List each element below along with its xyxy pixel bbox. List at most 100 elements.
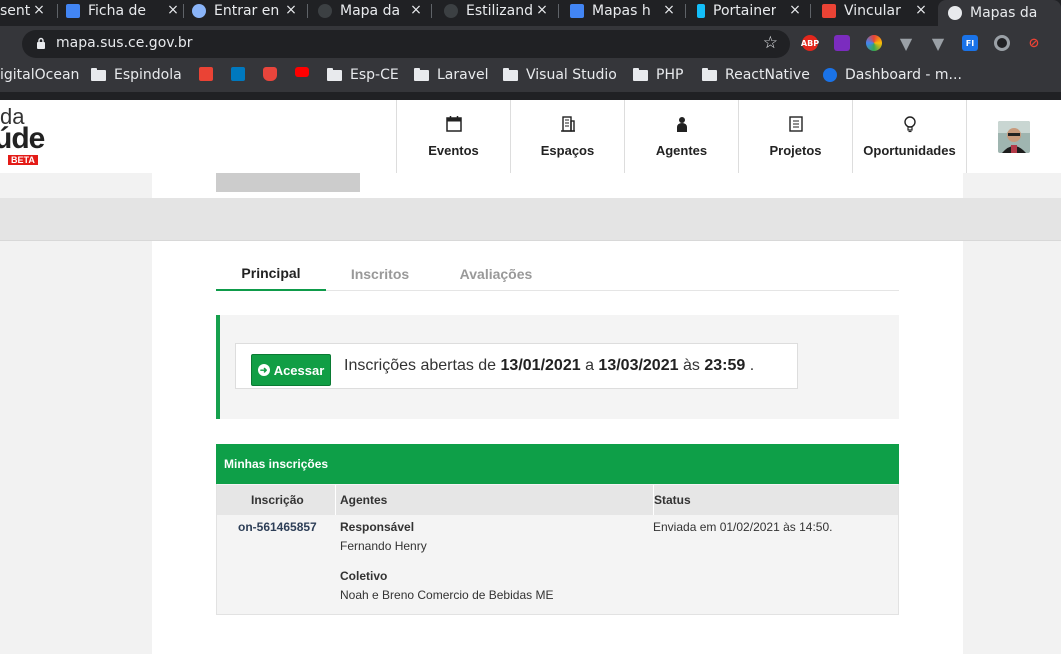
browser-tab[interactable]: Vincular ×: [822, 0, 928, 22]
announcement-box: ➜ Acessar Inscrições abertas de 13/01/20…: [235, 343, 798, 389]
subscription-id-link[interactable]: on-561465857: [238, 520, 317, 534]
bookmark-folder-visual-studio[interactable]: Visual Studio: [503, 67, 617, 83]
nav-oportunidades[interactable]: Oportunidades: [852, 100, 966, 173]
bookmark-trello[interactable]: [231, 67, 253, 81]
nav-projetos[interactable]: Projetos: [738, 100, 852, 173]
my-subscriptions-panel: Minhas inscrições Inscrição Agentes Stat…: [216, 444, 899, 615]
end-date: 13/03/2021: [598, 357, 679, 374]
bookmark-digitalocean[interactable]: igitalOcean: [0, 67, 79, 83]
arrow-right-circle-icon: ➜: [257, 364, 270, 376]
calendar-icon: [445, 116, 462, 132]
folder-icon: [503, 67, 518, 81]
text-end: .: [749, 357, 755, 374]
browser-tab[interactable]: sent ×: [0, 0, 46, 22]
table-header: Inscrição Agentes Status: [217, 485, 898, 515]
bookmark-youtube[interactable]: [295, 67, 317, 77]
bookmark-folder-reactnative[interactable]: ReactNative: [702, 67, 810, 83]
bookmarks-bar: igitalOcean Espindola Esp-CE Laravel Vis…: [0, 62, 1061, 92]
folder-icon: [633, 67, 648, 81]
browser-divider: [0, 92, 1061, 100]
text-prefix: Inscrições abertas de: [344, 357, 497, 374]
colorpicker-icon[interactable]: [834, 35, 850, 51]
browser-tab[interactable]: Mapas h ×: [570, 0, 676, 22]
bookmark-label: Dashboard - m...: [845, 67, 962, 83]
close-icon[interactable]: ×: [662, 2, 676, 18]
nav-eventos[interactable]: Eventos: [396, 100, 510, 173]
docs-icon: [570, 4, 584, 18]
avatar[interactable]: [998, 120, 1030, 153]
close-icon[interactable]: ×: [284, 2, 298, 18]
close-icon[interactable]: ×: [914, 2, 928, 18]
user-menu[interactable]: [966, 100, 1061, 173]
tab-title: Portainer: [713, 3, 777, 19]
tab-title: Mapas da: [970, 5, 1038, 21]
responsible-label: Responsável: [340, 520, 415, 534]
nav-espacos[interactable]: Espaços: [510, 100, 624, 173]
browser-tab[interactable]: Entrar en ×: [192, 0, 298, 22]
tab-avaliacoes[interactable]: Avaliações: [448, 256, 544, 291]
column-header: Status: [654, 493, 691, 507]
address-bar[interactable]: mapa.sus.ce.gov.br ☆: [22, 30, 790, 58]
browser-tab-active[interactable]: Mapas da: [938, 0, 1061, 26]
status-text: Enviada em 01/02/2021 às 14:50.: [653, 520, 833, 534]
adblock-icon[interactable]: ABP: [801, 35, 819, 51]
fi-icon[interactable]: FI: [962, 35, 978, 51]
nav-label: Espaços: [540, 143, 595, 158]
beta-badge: BETA: [8, 155, 38, 165]
browser-tab[interactable]: Estilizand ×: [444, 0, 549, 22]
bookmark-folder-php[interactable]: PHP: [633, 67, 683, 83]
column-header: Inscrição: [251, 493, 304, 507]
nav-label: Projetos: [769, 143, 822, 158]
start-date: 13/01/2021: [500, 357, 581, 374]
browser-tab[interactable]: Portainer ×: [697, 0, 802, 22]
close-icon[interactable]: ×: [32, 2, 46, 18]
tab-title: Estilizand: [466, 3, 533, 19]
nav-label: Eventos: [428, 143, 479, 158]
column-header: Agentes: [340, 493, 388, 507]
close-icon[interactable]: ×: [788, 2, 802, 18]
logo-text: úde: [0, 122, 45, 155]
eye-off-icon[interactable]: ⊘: [1026, 35, 1042, 51]
tab-principal[interactable]: Principal: [216, 256, 326, 291]
nav-agentes[interactable]: Agentes: [624, 100, 738, 173]
bookmark-folder-esp-ce[interactable]: Esp-CE: [327, 67, 399, 83]
folder-icon: [327, 67, 342, 81]
main-nav: Eventos Espaços Agentes Projetos Oportun…: [396, 100, 1061, 173]
bookmark-label: ReactNative: [725, 67, 810, 83]
vue-icon[interactable]: ▼: [930, 34, 946, 53]
bookmark-gmail[interactable]: [199, 67, 221, 81]
palette-icon[interactable]: [866, 35, 882, 51]
bookmark-site[interactable]: [263, 67, 285, 81]
site-logo[interactable]: da úde BETA: [0, 100, 60, 173]
ie-icon: [823, 68, 837, 82]
browser-tab[interactable]: Ficha de ×: [66, 0, 180, 22]
tab-inscritos[interactable]: Inscritos: [340, 256, 420, 291]
browser-toolbar: mapa.sus.ce.gov.br ☆ ABP ▼ ▼ FI ⊘: [0, 26, 1061, 62]
responsible-name: Fernando Henry: [340, 539, 427, 553]
site-header: da úde BETA Eventos Espaços Agentes Proj…: [0, 100, 1061, 173]
vue-devtools-icon[interactable]: ▼: [898, 34, 914, 53]
collective-name: Noah e Breno Comercio de Bebidas ME: [340, 588, 554, 602]
ring-icon[interactable]: [994, 35, 1010, 51]
bookmark-dashboard[interactable]: Dashboard - m...: [823, 67, 962, 83]
document-icon: [788, 116, 803, 132]
text-at: às: [682, 357, 700, 374]
acessar-button[interactable]: ➜ Acessar: [251, 354, 331, 386]
url-text[interactable]: mapa.sus.ce.gov.br: [56, 35, 193, 51]
folder-icon: [702, 67, 717, 81]
button-label: Acessar: [273, 362, 325, 378]
end-time: 23:59: [704, 357, 746, 374]
folder-icon: [91, 67, 106, 81]
close-icon[interactable]: ×: [166, 2, 180, 18]
browser-tab[interactable]: Mapa da ×: [318, 0, 423, 22]
youtube-icon: [295, 67, 309, 77]
bookmark-folder-laravel[interactable]: Laravel: [414, 67, 489, 83]
close-icon[interactable]: ×: [535, 2, 549, 18]
bookmark-label: Esp-CE: [350, 67, 399, 83]
bookmark-label: igitalOcean: [0, 67, 80, 83]
bookmark-label: Visual Studio: [526, 67, 617, 83]
close-icon[interactable]: ×: [409, 2, 423, 18]
star-icon[interactable]: ☆: [763, 33, 778, 53]
gmail-icon: [199, 67, 213, 81]
bookmark-folder-espindola[interactable]: Espindola: [91, 67, 182, 83]
